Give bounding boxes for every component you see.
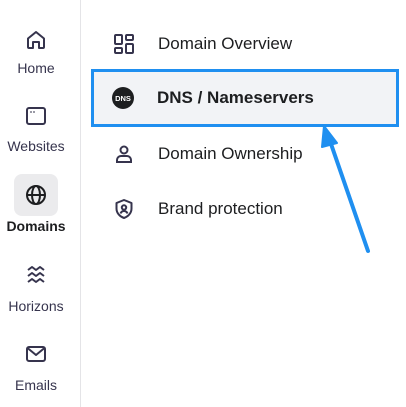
menu-item-label: Brand protection bbox=[158, 199, 283, 218]
menu-item-domain-overview[interactable]: Domain Overview bbox=[95, 20, 395, 68]
sidebar-item-label: Domains bbox=[6, 218, 66, 234]
dns-icon: DNS bbox=[110, 85, 136, 111]
sidebar-rail: Home Websites Domains Horizons Emails bbox=[0, 0, 81, 407]
menu-item-domain-ownership[interactable]: Domain Ownership bbox=[95, 130, 395, 178]
menu-item-label: Domain Overview bbox=[158, 34, 293, 53]
domains-submenu: Domain Overview DNS DNS / Nameservers Do… bbox=[81, 0, 406, 407]
home-icon bbox=[14, 19, 58, 61]
menu-item-brand-protection[interactable]: Brand protection bbox=[95, 185, 395, 233]
envelope-icon bbox=[14, 333, 58, 375]
sidebar-item-label: Emails bbox=[14, 377, 57, 393]
menu-item-dns-nameservers[interactable]: DNS DNS / Nameservers bbox=[91, 69, 399, 127]
horizons-icon bbox=[14, 254, 58, 296]
globe-icon bbox=[14, 174, 58, 216]
browser-window-icon bbox=[14, 95, 58, 137]
sidebar-item-label: Horizons bbox=[8, 298, 64, 314]
grid-icon bbox=[111, 31, 137, 57]
sidebar-item-label: Home bbox=[17, 60, 55, 76]
sidebar-item-label: Websites bbox=[7, 138, 65, 154]
shield-icon bbox=[111, 196, 137, 222]
user-icon bbox=[111, 141, 137, 167]
menu-item-label: DNS / Nameservers bbox=[157, 88, 314, 107]
menu-item-label: Domain Ownership bbox=[158, 144, 303, 163]
dns-icon-text: DNS bbox=[115, 94, 131, 103]
